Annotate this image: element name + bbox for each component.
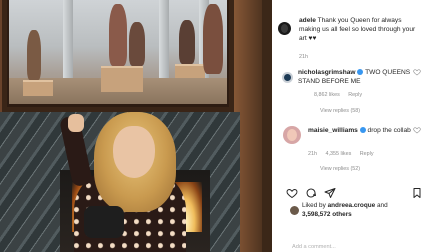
comment-text: maisie_williams drop the collab — [308, 126, 412, 135]
comment-body: drop the collab — [367, 127, 411, 134]
comment-username[interactable]: nicholasgrimshaw — [298, 69, 356, 76]
heart-icon[interactable] — [413, 68, 421, 76]
painting-figure — [179, 20, 195, 64]
view-replies-text: View replies (58) — [320, 108, 361, 114]
avatar[interactable] — [283, 126, 301, 144]
liked-by-user[interactable]: andreea.croque — [328, 202, 376, 209]
painting-figure — [27, 30, 41, 80]
comment-time: 21h — [308, 151, 317, 157]
painting-column — [159, 0, 169, 86]
painting-plinth — [23, 80, 53, 96]
reply-button[interactable]: Reply — [360, 151, 374, 157]
share-icon[interactable] — [324, 187, 336, 199]
comment-meta: 8,862 likes Reply — [314, 92, 369, 98]
post-photo[interactable] — [0, 0, 272, 252]
wood-edge — [262, 0, 272, 252]
add-comment-input[interactable]: Add a comment... — [292, 244, 343, 250]
painting-plinth — [101, 66, 143, 92]
painting-figure — [109, 4, 127, 66]
handbag — [84, 206, 124, 238]
caption-time: 21h — [299, 54, 315, 60]
caption-text: Thank you Queen for always making us all… — [299, 17, 416, 42]
liked-by-prefix: Liked by — [302, 202, 326, 209]
comment-text: nicholasgrimshaw TWO QUEENS STAND BEFORE… — [298, 68, 414, 86]
painting-figure — [129, 22, 145, 66]
heart-icon[interactable] — [286, 187, 298, 199]
caption: adele Thank you Queen for always making … — [299, 16, 421, 43]
painting-plinth — [175, 64, 205, 78]
caption-username[interactable]: adele — [299, 17, 316, 24]
reply-button[interactable]: Reply — [348, 92, 362, 98]
painting-figure — [203, 4, 223, 74]
view-replies-text: View replies (52) — [320, 166, 361, 172]
liked-by: Liked by andreea.croque and 3,598,572 ot… — [302, 201, 424, 219]
avatar[interactable] — [282, 72, 293, 83]
liked-by-and: and — [376, 202, 388, 209]
comments-panel: adele Thank you Queen for always making … — [272, 0, 426, 252]
view-replies-button[interactable]: View replies (58) — [320, 108, 367, 114]
person-face — [113, 126, 155, 178]
comment-likes[interactable]: 4,355 likes — [326, 151, 352, 157]
avatar[interactable] — [278, 22, 291, 35]
heart-icon[interactable] — [413, 126, 421, 134]
comment-likes[interactable]: 8,862 likes — [314, 92, 340, 98]
add-comment-placeholder: Add a comment... — [292, 244, 336, 250]
comment-icon[interactable] — [305, 187, 317, 199]
caption-time-text: 21h — [299, 54, 308, 60]
person-hand — [68, 114, 84, 132]
painting — [9, 0, 227, 104]
comment-username[interactable]: maisie_williams — [308, 127, 358, 134]
comment-meta: 21h 4,355 likes Reply — [308, 151, 381, 157]
liked-by-count[interactable]: 3,598,572 others — [302, 211, 352, 218]
painting-column — [63, 0, 73, 86]
verified-badge-icon — [359, 127, 366, 134]
view-replies-button[interactable]: View replies (52) — [320, 166, 367, 172]
verified-badge-icon — [357, 69, 364, 76]
avatar[interactable] — [290, 206, 299, 215]
bookmark-icon[interactable] — [411, 187, 423, 199]
